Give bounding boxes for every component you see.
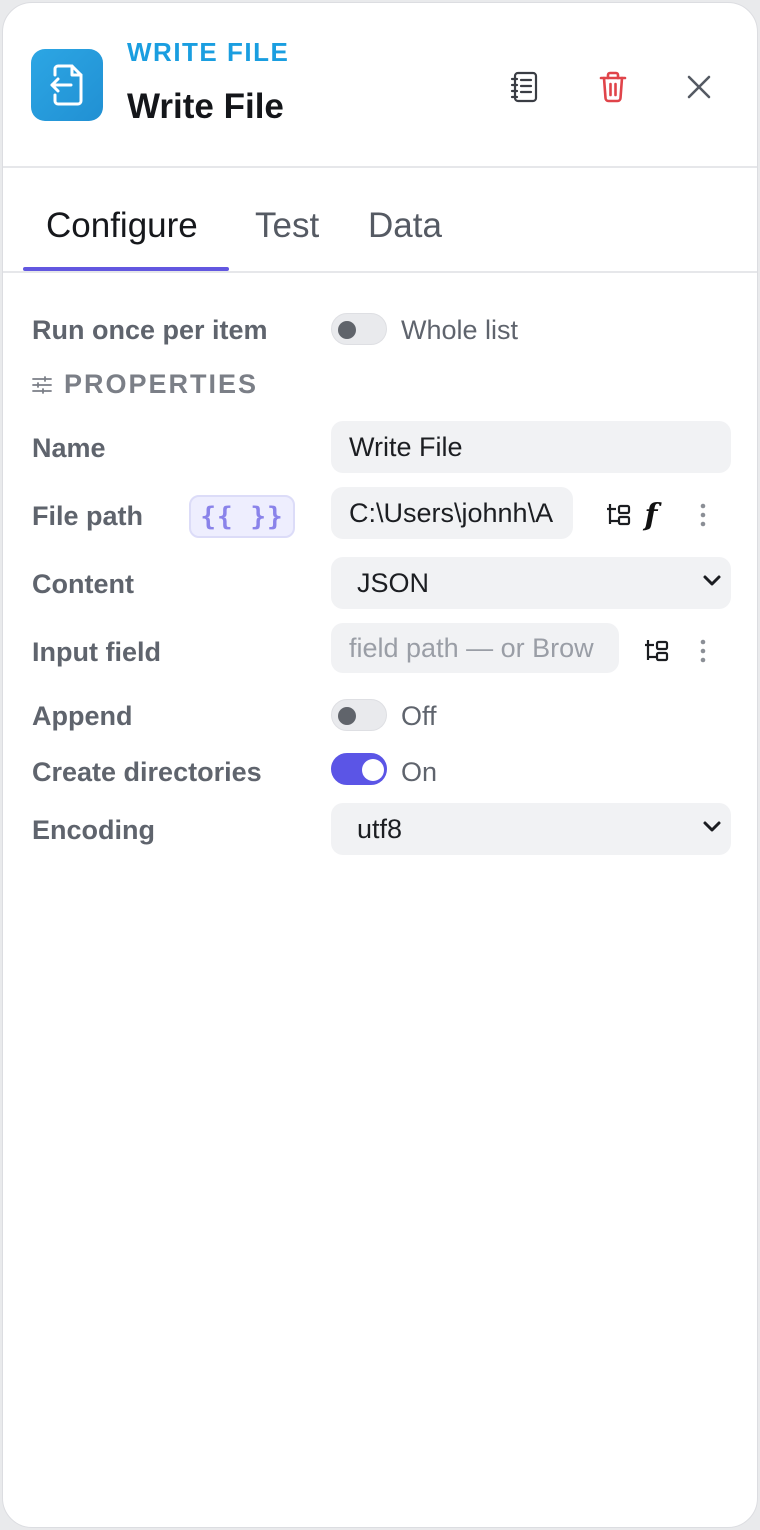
tab-bar: Configure Test Data bbox=[3, 170, 757, 273]
create-directories-label: Create directories bbox=[32, 757, 262, 787]
content-select-value: JSON bbox=[357, 567, 430, 598]
field-tree-icon bbox=[607, 504, 631, 526]
kebab-menu-icon bbox=[700, 639, 706, 663]
input-field-label: Input field bbox=[32, 637, 161, 667]
expression-mode-badge[interactable]: {{ }} bbox=[189, 495, 295, 538]
file-export-icon bbox=[31, 49, 103, 121]
field-tree-icon bbox=[645, 640, 669, 662]
run-mode-toggle[interactable] bbox=[331, 313, 387, 345]
properties-section-title: PROPERTIES bbox=[64, 369, 259, 399]
create-directories-toggle[interactable] bbox=[331, 753, 387, 785]
append-toggle-text: Off bbox=[401, 701, 437, 731]
run-mode-toggle-text: Whole list bbox=[401, 315, 519, 345]
function-icon: f bbox=[644, 497, 658, 533]
browse-input-fields-button[interactable] bbox=[641, 633, 673, 669]
append-label: Append bbox=[32, 701, 133, 731]
tab-configure[interactable]: Configure bbox=[46, 206, 198, 246]
input-field-input[interactable]: field path — or Brow bbox=[331, 623, 619, 673]
tab-data[interactable]: Data bbox=[368, 206, 442, 246]
encoding-label: Encoding bbox=[32, 815, 155, 845]
name-input[interactable]: Write File bbox=[331, 421, 731, 473]
tab-test[interactable]: Test bbox=[255, 206, 319, 246]
toggle-knob bbox=[362, 759, 384, 781]
docs-button[interactable] bbox=[503, 65, 547, 109]
node-config-panel: WRITE FILE Write File Configure Test Dat… bbox=[2, 2, 758, 1528]
encoding-select[interactable]: utf8 bbox=[331, 803, 731, 855]
name-input-value: Write File bbox=[349, 431, 463, 462]
file-path-input[interactable]: C:\Users\johnh\A bbox=[331, 487, 573, 539]
run-mode-label: Run once per item bbox=[32, 315, 268, 345]
name-label: Name bbox=[32, 433, 106, 463]
toggle-knob bbox=[338, 707, 356, 725]
toggle-knob bbox=[338, 321, 356, 339]
node-type-label: WRITE FILE bbox=[127, 37, 290, 67]
properties-section-header: PROPERTIES bbox=[32, 369, 258, 400]
content-select[interactable]: JSON bbox=[331, 557, 731, 609]
input-field-placeholder: field path — or Brow bbox=[349, 632, 594, 663]
panel-header: WRITE FILE Write File bbox=[3, 3, 757, 168]
close-icon bbox=[687, 75, 711, 99]
trash-icon bbox=[599, 71, 627, 103]
encoding-select-value: utf8 bbox=[357, 813, 403, 844]
function-button[interactable]: f bbox=[635, 497, 667, 533]
delete-button[interactable] bbox=[591, 65, 635, 109]
file-path-label: File path bbox=[32, 501, 144, 531]
append-toggle[interactable] bbox=[331, 699, 387, 731]
node-title: Write File bbox=[127, 87, 284, 126]
create-directories-toggle-text: On bbox=[401, 757, 438, 787]
content-label: Content bbox=[32, 569, 134, 599]
chevron-down-icon bbox=[703, 821, 721, 832]
browse-fields-button[interactable] bbox=[603, 497, 635, 533]
file-path-input-value: C:\Users\johnh\A bbox=[349, 497, 554, 528]
input-field-more-options-button[interactable] bbox=[693, 633, 713, 669]
kebab-menu-icon bbox=[700, 503, 706, 527]
close-button[interactable] bbox=[677, 65, 721, 109]
sliders-icon bbox=[32, 375, 52, 394]
active-tab-indicator bbox=[23, 267, 229, 271]
notebook-icon bbox=[510, 71, 538, 103]
more-options-button[interactable] bbox=[693, 497, 713, 533]
chevron-down-icon bbox=[703, 575, 721, 586]
